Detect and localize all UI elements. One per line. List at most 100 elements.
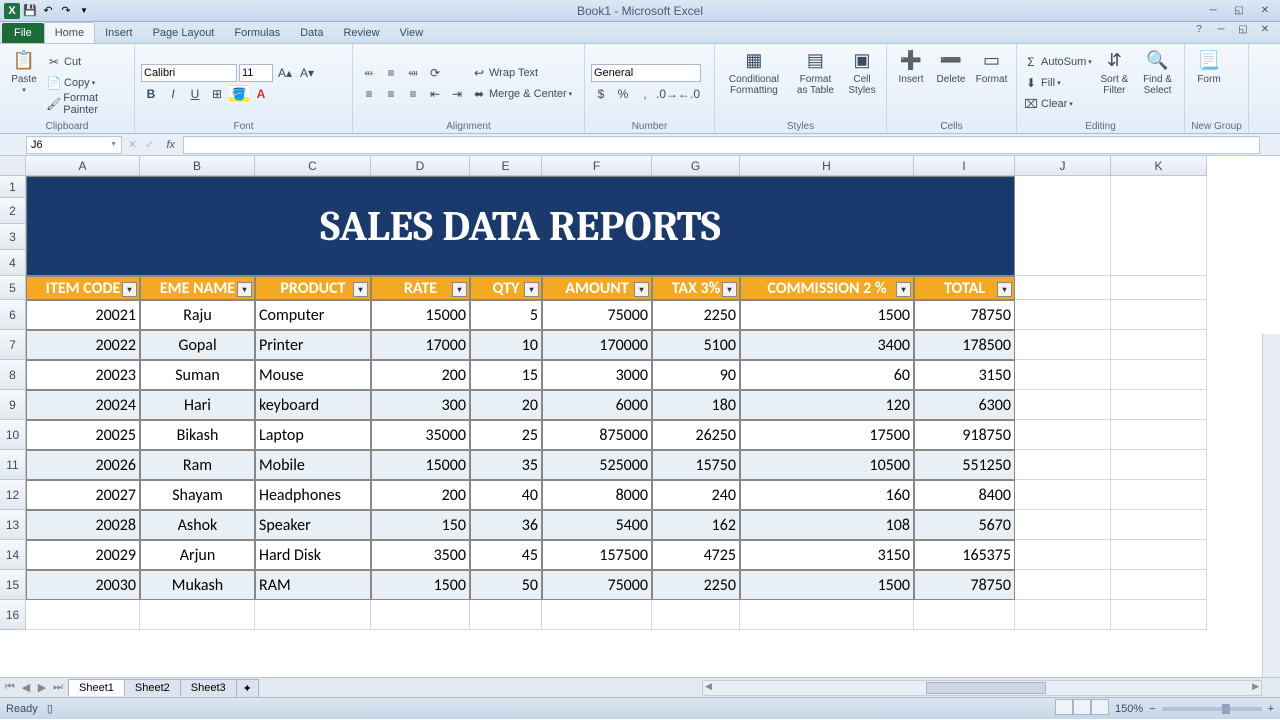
first-sheet-icon[interactable]: ⏮ <box>2 681 18 694</box>
page-layout-tab[interactable]: Page Layout <box>143 23 225 43</box>
column-header-A[interactable]: A <box>26 156 140 176</box>
formulas-tab[interactable]: Formulas <box>224 23 290 43</box>
data-cell[interactable]: Speaker <box>255 510 371 540</box>
minimize-button[interactable]: ─ <box>1202 4 1224 18</box>
decrease-font-icon[interactable]: A▾ <box>297 64 317 82</box>
currency-icon[interactable]: $ <box>591 85 611 103</box>
data-cell[interactable]: 78750 <box>914 570 1015 600</box>
number-format-select[interactable] <box>591 64 701 82</box>
data-cell[interactable]: Mukash <box>140 570 255 600</box>
data-cell[interactable]: 3400 <box>740 330 914 360</box>
data-cell[interactable]: 40 <box>470 480 542 510</box>
row-header-3[interactable]: 3 <box>0 224 26 250</box>
table-header[interactable]: COMMISSION 2 %▾ <box>740 276 914 300</box>
clear-button[interactable]: ⌧Clear▾ <box>1023 94 1092 114</box>
data-cell[interactable]: 50 <box>470 570 542 600</box>
data-cell[interactable]: 26250 <box>652 420 740 450</box>
data-cell[interactable]: 170000 <box>542 330 652 360</box>
table-header[interactable]: QTY▾ <box>470 276 542 300</box>
data-cell[interactable]: Printer <box>255 330 371 360</box>
data-cell[interactable]: 17000 <box>371 330 470 360</box>
data-cell[interactable]: 5 <box>470 300 542 330</box>
data-cell[interactable]: 25 <box>470 420 542 450</box>
cell[interactable] <box>1111 276 1207 300</box>
data-cell[interactable]: 160 <box>740 480 914 510</box>
data-cell[interactable]: 5670 <box>914 510 1015 540</box>
copy-button[interactable]: 📄Copy▾ <box>46 73 128 93</box>
column-header-G[interactable]: G <box>652 156 740 176</box>
form-button[interactable]: 📃Form <box>1191 46 1227 120</box>
format-painter-button[interactable]: 🖌Format Painter <box>46 94 128 114</box>
home-tab[interactable]: Home <box>44 22 95 43</box>
cell[interactable] <box>914 600 1015 630</box>
cell[interactable] <box>1111 480 1207 510</box>
cancel-formula-icon[interactable]: ✕ <box>124 138 141 151</box>
data-cell[interactable]: 20027 <box>26 480 140 510</box>
data-cell[interactable]: 525000 <box>542 450 652 480</box>
table-header[interactable]: RATE▾ <box>371 276 470 300</box>
data-tab[interactable]: Data <box>290 23 333 43</box>
data-cell[interactable]: Shayam <box>140 480 255 510</box>
cell[interactable] <box>1111 390 1207 420</box>
merge-center-button[interactable]: ⬌Merge & Center▾ <box>471 84 572 104</box>
data-cell[interactable]: 165375 <box>914 540 1015 570</box>
data-cell[interactable]: 20 <box>470 390 542 420</box>
zoom-out-button[interactable]: − <box>1149 703 1155 715</box>
cell[interactable] <box>1111 420 1207 450</box>
font-size-select[interactable] <box>239 64 273 82</box>
data-cell[interactable]: 78750 <box>914 300 1015 330</box>
column-header-K[interactable]: K <box>1111 156 1207 176</box>
cell[interactable] <box>652 600 740 630</box>
data-cell[interactable]: 551250 <box>914 450 1015 480</box>
cell[interactable] <box>470 600 542 630</box>
column-header-C[interactable]: C <box>255 156 371 176</box>
align-center-icon[interactable]: ≡ <box>381 85 401 103</box>
data-cell[interactable]: 17500 <box>740 420 914 450</box>
data-cell[interactable]: 200 <box>371 360 470 390</box>
data-cell[interactable]: 20030 <box>26 570 140 600</box>
data-cell[interactable]: 20028 <box>26 510 140 540</box>
data-cell[interactable]: RAM <box>255 570 371 600</box>
cell[interactable] <box>1111 510 1207 540</box>
cell[interactable] <box>740 600 914 630</box>
data-cell[interactable]: 3150 <box>914 360 1015 390</box>
filter-dropdown-icon[interactable]: ▾ <box>122 282 137 297</box>
close-button[interactable]: ✕ <box>1254 4 1276 18</box>
format-cells-button[interactable]: ▭Format <box>973 46 1010 120</box>
cell[interactable] <box>1015 450 1111 480</box>
filter-dropdown-icon[interactable]: ▾ <box>997 282 1012 297</box>
data-cell[interactable]: 6300 <box>914 390 1015 420</box>
cell[interactable] <box>1015 420 1111 450</box>
data-cell[interactable]: 1500 <box>371 570 470 600</box>
data-cell[interactable]: 20029 <box>26 540 140 570</box>
find-select-button[interactable]: 🔍Find & Select <box>1137 46 1178 120</box>
font-name-select[interactable] <box>141 64 237 82</box>
filter-dropdown-icon[interactable]: ▾ <box>353 282 368 297</box>
cell[interactable] <box>1111 360 1207 390</box>
cell[interactable] <box>1111 600 1207 630</box>
filter-dropdown-icon[interactable]: ▾ <box>237 282 252 297</box>
doc-restore-button[interactable]: ◱ <box>1232 22 1254 36</box>
data-cell[interactable]: Hard Disk <box>255 540 371 570</box>
column-header-D[interactable]: D <box>371 156 470 176</box>
cell[interactable] <box>542 600 652 630</box>
delete-cells-button[interactable]: ➖Delete <box>933 46 969 120</box>
row-header-5[interactable]: 5 <box>0 276 26 300</box>
cell[interactable] <box>1015 510 1111 540</box>
cell[interactable] <box>1015 276 1111 300</box>
data-cell[interactable]: 45 <box>470 540 542 570</box>
data-cell[interactable]: Bikash <box>140 420 255 450</box>
italic-button[interactable]: I <box>163 85 183 103</box>
cell[interactable] <box>1015 600 1111 630</box>
table-header[interactable]: AMOUNT▾ <box>542 276 652 300</box>
increase-decimal-icon[interactable]: .0→ <box>657 85 677 103</box>
enter-formula-icon[interactable]: ✓ <box>141 138 158 151</box>
filter-dropdown-icon[interactable]: ▾ <box>452 282 467 297</box>
row-header-2[interactable]: 2 <box>0 198 26 224</box>
cell[interactable] <box>1015 330 1111 360</box>
prev-sheet-icon[interactable]: ◀ <box>18 681 34 694</box>
zoom-level[interactable]: 150% <box>1115 703 1143 715</box>
format-as-table-button[interactable]: ▤Format as Table <box>791 46 840 120</box>
cell[interactable] <box>1111 300 1207 330</box>
cell[interactable] <box>1015 480 1111 510</box>
